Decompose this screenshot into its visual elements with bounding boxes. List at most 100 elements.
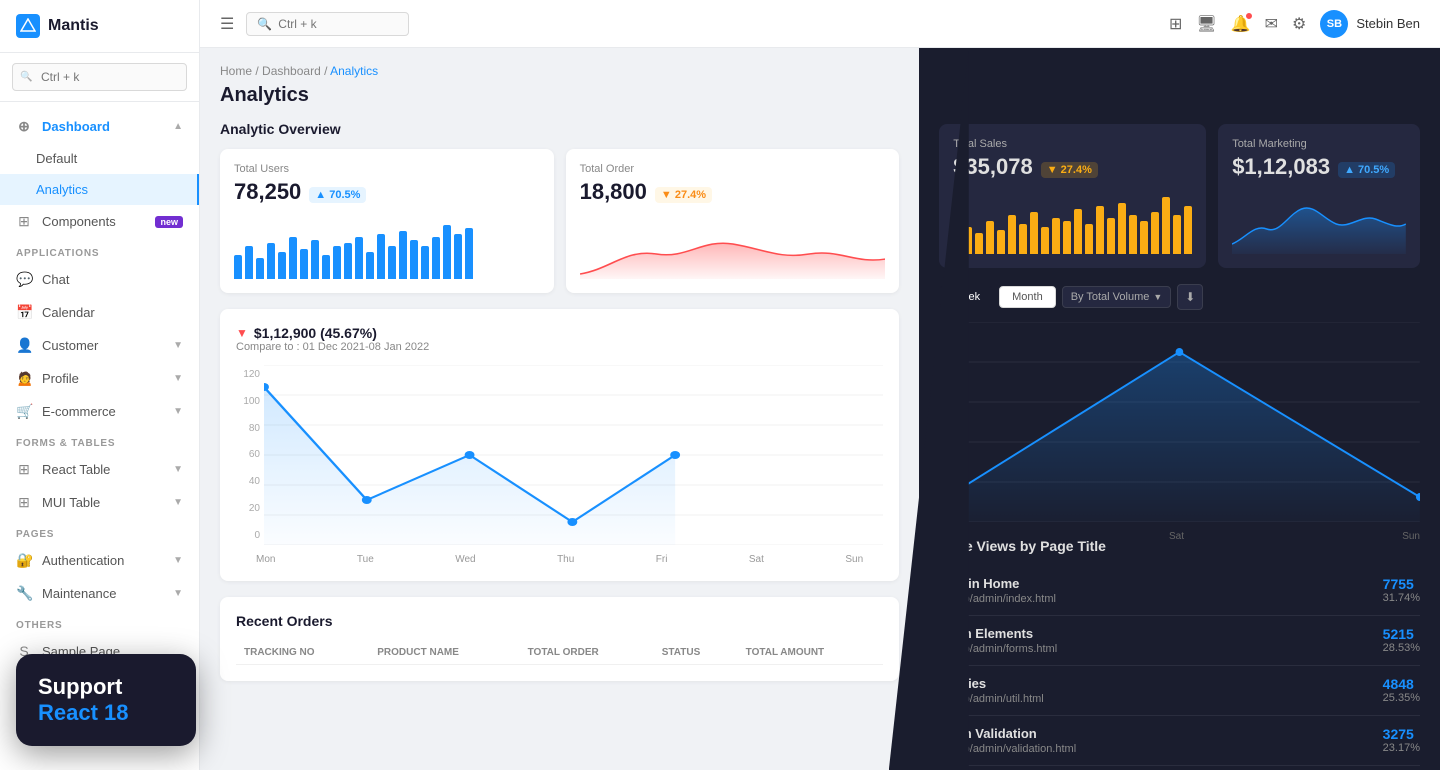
page-view-row-4: Form Validation /demo/admin/validation.h… <box>939 716 1420 766</box>
pv-title-3: Utilities <box>939 676 1044 691</box>
page-view-row-5: Modals /demo/admin/modals.html 3003 22.2… <box>939 766 1420 770</box>
auth-icon: 🔐 <box>16 552 32 569</box>
download-button[interactable]: ⬇ <box>1177 284 1203 310</box>
settings-icon[interactable]: ⚙ <box>1292 14 1306 34</box>
chevron-up-icon: ▲ <box>173 121 183 132</box>
total-sales-label: Total Sales <box>953 138 1192 150</box>
sidebar-item-default[interactable]: Default <box>0 143 199 174</box>
pv-count-1: 7755 <box>1383 576 1420 592</box>
ecommerce-icon: 🛒 <box>16 403 32 420</box>
sidebar-item-customer[interactable]: 👤 Customer ▼ <box>0 329 199 362</box>
col-total-amount: TOTAL AMOUNT <box>738 641 884 665</box>
mui-table-icon: ⊞ <box>16 494 32 511</box>
sidebar-search-input[interactable] <box>12 63 187 91</box>
page-content: Home / Dashboard / Analytics Analytics A… <box>200 48 1440 770</box>
apps-icon[interactable]: ⊞ <box>1169 14 1182 34</box>
chevron-down-icon-6: ▼ <box>173 555 183 566</box>
topbar-right: ⊞ 🖥 🔔 ✉ ⚙ SB Stebin Ben <box>1169 10 1420 38</box>
total-order-label: Total Order <box>580 163 886 175</box>
chevron-down-icon-2: ▼ <box>173 373 183 384</box>
notification-icon[interactable]: 🔔 <box>1231 14 1251 34</box>
stat-card-total-sales: Total Sales $35,078 ▼ 27.4% <box>939 124 1206 268</box>
chevron-down-icon-3: ▼ <box>173 406 183 417</box>
pv-pct-2: 28.53% <box>1383 642 1420 654</box>
sidebar-item-maintenance[interactable]: 🔧 Maintenance ▼ <box>0 577 199 610</box>
components-badge: new <box>155 216 183 228</box>
income-overview-card: ▼ $1,12,900 (45.67%) Compare to : 01 Dec… <box>220 309 899 581</box>
sidebar-item-profile[interactable]: 🙍 Profile ▼ <box>0 362 199 395</box>
customer-icon: 👤 <box>16 337 32 354</box>
pv-title-2: Form Elements <box>939 626 1057 641</box>
page-view-row-3: Utilities /demo/admin/util.html 4848 25.… <box>939 666 1420 716</box>
breadcrumb-dashboard[interactable]: Dashboard <box>262 64 321 78</box>
month-button[interactable]: Month <box>999 286 1056 308</box>
income-header: ▼ $1,12,900 (45.67%) Compare to : 01 Dec… <box>236 325 883 353</box>
sidebar-item-authentication[interactable]: 🔐 Authentication ▼ <box>0 544 199 577</box>
pv-url-2: /demo/admin/forms.html <box>939 643 1057 655</box>
support-popup[interactable]: Support React 18 <box>16 654 196 746</box>
sidebar-item-analytics[interactable]: Analytics <box>0 174 199 205</box>
pv-pct-1: 31.74% <box>1383 592 1420 604</box>
sidebar-item-dashboard[interactable]: ⊕ Dashboard ▲ <box>0 110 199 143</box>
stat-card-total-marketing: Total Marketing $1,12,083 ▲ 70.5% <box>1218 124 1420 268</box>
search-icon: 🔍 <box>257 17 272 31</box>
page-title: Analytics <box>220 84 899 107</box>
logo-icon <box>16 14 40 38</box>
mail-icon[interactable]: ✉ <box>1265 14 1278 34</box>
react-table-icon: ⊞ <box>16 461 32 478</box>
total-sales-chart <box>953 194 1192 254</box>
avatar: SB <box>1320 10 1348 38</box>
chat-icon: 💬 <box>16 271 32 288</box>
hamburger-button[interactable]: ☰ <box>220 14 234 34</box>
sidebar-item-chat[interactable]: 💬 Chat <box>0 263 199 296</box>
week-button[interactable]: Week <box>939 286 993 308</box>
dashboard-icon: ⊕ <box>16 118 32 135</box>
col-total-order: TOTAL ORDER <box>520 641 654 665</box>
recent-orders-title: Recent Orders <box>236 613 883 629</box>
total-sales-value: $35,078 <box>953 154 1033 180</box>
page-view-row-1: Admin Home /demo/admin/index.html 7755 3… <box>939 566 1420 616</box>
pv-url-4: /demo/admin/validation.html <box>939 743 1076 755</box>
chevron-down-vol: ▼ <box>1153 292 1162 302</box>
total-sales-badge: ▼ 27.4% <box>1041 162 1098 178</box>
monitor-icon[interactable]: 🖥 <box>1196 14 1216 34</box>
pv-url-1: /demo/admin/index.html <box>939 593 1056 605</box>
chevron-down-icon-7: ▼ <box>173 588 183 599</box>
sidebar-item-components[interactable]: ⊞ Components new <box>0 205 199 238</box>
stat-cards-light: Total Users 78,250 ▲ 70.5% <box>220 149 899 293</box>
topbar-search-input[interactable] <box>278 17 398 31</box>
stat-card-total-users: Total Users 78,250 ▲ 70.5% <box>220 149 554 293</box>
income-compare: Compare to : 01 Dec 2021-08 Jan 2022 <box>236 341 429 353</box>
total-order-badge: ▼ 27.4% <box>655 187 712 203</box>
applications-section-label: Applications <box>0 238 199 263</box>
total-users-badge: ▲ 70.5% <box>309 187 366 203</box>
sidebar-logo[interactable]: Mantis <box>0 0 199 53</box>
stat-card-total-order: Total Order 18,800 ▼ 27.4% <box>566 149 900 293</box>
maintenance-icon: 🔧 <box>16 585 32 602</box>
total-users-value: 78,250 <box>234 179 301 205</box>
total-users-label: Total Users <box>234 163 540 175</box>
breadcrumb: Home / Dashboard / Analytics <box>220 64 899 78</box>
dark-area-chart: Fri Sat Sun <box>939 322 1420 522</box>
pages-section-label: Pages <box>0 519 199 544</box>
breadcrumb-home[interactable]: Home <box>220 64 252 78</box>
sidebar-item-ecommerce[interactable]: 🛒 E-commerce ▼ <box>0 395 199 428</box>
dark-chart-x-labels: Fri Sat Sun <box>939 531 1420 542</box>
total-users-chart <box>234 219 540 279</box>
page-views-table: Admin Home /demo/admin/index.html 7755 3… <box>939 566 1420 770</box>
user-info[interactable]: SB Stebin Ben <box>1320 10 1420 38</box>
calendar-icon: 📅 <box>16 304 32 321</box>
volume-select[interactable]: By Total Volume ▼ <box>1062 286 1172 308</box>
pv-title-1: Admin Home <box>939 576 1056 591</box>
sidebar-item-calendar[interactable]: 📅 Calendar <box>0 296 199 329</box>
total-order-chart <box>580 219 886 279</box>
sidebar-search-area <box>0 53 199 102</box>
pv-count-4: 3275 <box>1383 726 1420 742</box>
profile-icon: 🙍 <box>16 370 32 387</box>
sidebar-item-react-table[interactable]: ⊞ React Table ▼ <box>0 453 199 486</box>
chevron-down-icon: ▼ <box>173 340 183 351</box>
analytic-overview-title: Analytic Overview <box>220 121 899 137</box>
sidebar-item-mui-table[interactable]: ⊞ MUI Table ▼ <box>0 486 199 519</box>
orders-table: TRACKING NO PRODUCT NAME TOTAL ORDER STA… <box>236 641 883 665</box>
pv-pct-4: 23.17% <box>1383 742 1420 754</box>
